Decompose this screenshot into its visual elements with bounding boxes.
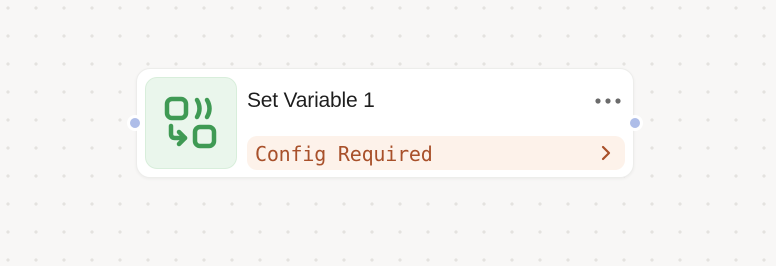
config-required-button[interactable]: Config Required <box>247 136 625 170</box>
set-variable-node[interactable]: Set Variable 1 Config Required <box>127 68 643 178</box>
config-required-label: Config Required <box>255 142 433 166</box>
more-options-button[interactable] <box>593 91 623 111</box>
output-handle[interactable] <box>627 115 643 131</box>
node-title: Set Variable 1 <box>247 89 375 112</box>
set-variable-icon <box>145 77 237 169</box>
chevron-right-icon <box>601 145 611 161</box>
more-horizontal-icon <box>595 98 621 104</box>
input-handle[interactable] <box>127 115 143 131</box>
workflow-canvas[interactable]: Set Variable 1 Config Required <box>0 0 776 266</box>
